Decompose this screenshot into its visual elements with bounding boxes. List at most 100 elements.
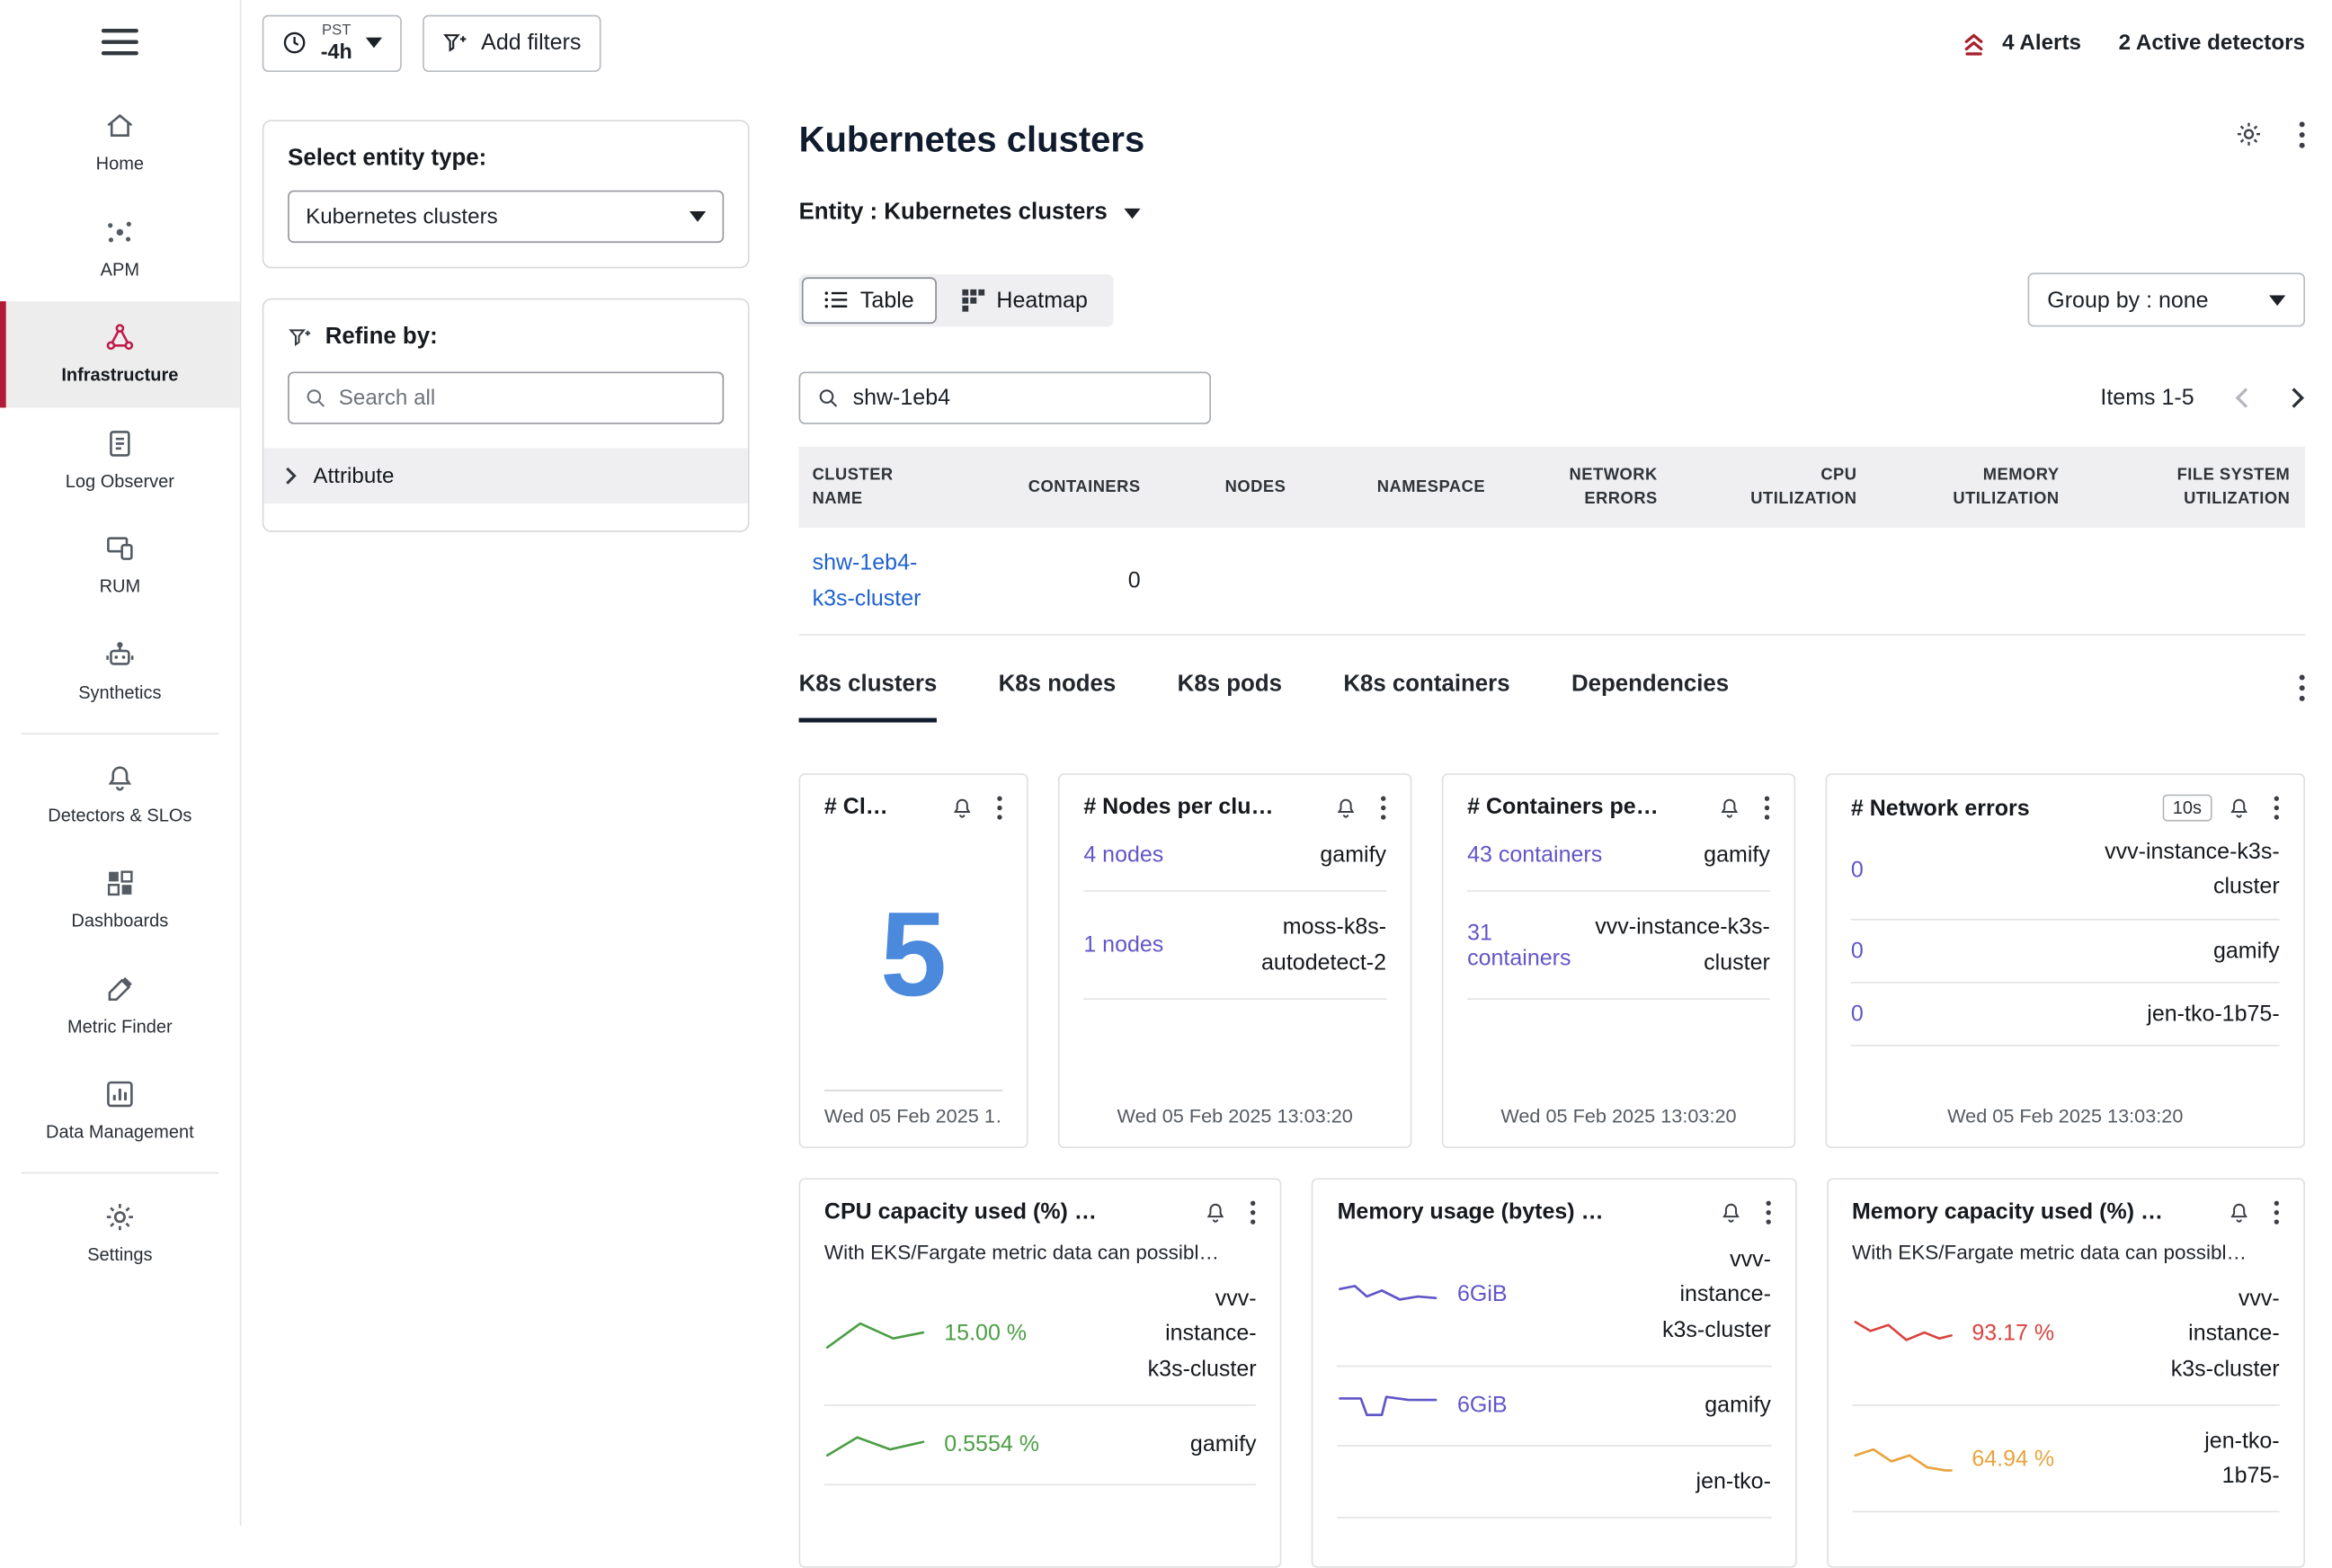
clock-icon — [281, 30, 307, 55]
column-header-nodes[interactable]: NODES — [1155, 475, 1301, 500]
sidebar-item-settings[interactable]: Settings — [0, 1181, 240, 1287]
metric-label: vvv-instance-k3s-cluster — [1125, 1281, 1257, 1385]
sidebar-item-detectors-slos[interactable]: Detectors & SLOs — [0, 741, 240, 847]
metric-label: jen-tko-1b75- — [2148, 1423, 2280, 1493]
metric-row: 0.5554 % gamify — [824, 1405, 1257, 1484]
overflow-menu-icon[interactable] — [2299, 674, 2305, 701]
chevron-right-icon[interactable] — [2290, 387, 2305, 409]
cluster-name-link[interactable]: shw-1eb4-k3s-cluster — [813, 545, 950, 617]
tab-k8s-nodes[interactable]: K8s nodes — [999, 672, 1117, 723]
heatmap-view-toggle[interactable]: Heatmap — [939, 277, 1110, 324]
clusters-count-card: # Cl… 5 Wed 05 Feb 2025 1… — [799, 773, 1028, 1148]
k8s-tabs: K8s clusters K8s nodes K8s pods K8s cont… — [799, 672, 2305, 723]
entity-type-select[interactable]: Kubernetes clusters — [288, 191, 724, 243]
chevron-left-icon[interactable] — [2235, 387, 2250, 409]
overflow-menu-icon[interactable] — [2274, 1200, 2280, 1225]
sidebar-item-label: Data Management — [46, 1122, 194, 1145]
chevron-down-icon — [2269, 295, 2285, 306]
metric-value-link[interactable]: 1 nodes — [1083, 932, 1163, 958]
sidebar-item-home[interactable]: Home — [0, 90, 240, 196]
sidebar-item-synthetics[interactable]: Synthetics — [0, 619, 240, 725]
time-range-picker[interactable]: PST -4h — [263, 14, 402, 71]
bell-icon[interactable] — [2227, 796, 2251, 820]
bell-icon[interactable] — [1719, 1200, 1743, 1225]
attribute-label: Attribute — [313, 464, 394, 488]
metric-label: gamify — [1704, 1388, 1771, 1423]
refine-search-input[interactable] — [339, 386, 708, 410]
metric-value-link[interactable]: 43 containers — [1467, 842, 1602, 868]
metric-row: 6GiB vvv-instance-k3s-cluster — [1338, 1225, 1771, 1367]
sidebar-item-metric-finder[interactable]: Metric Finder — [0, 953, 240, 1059]
log-observer-icon — [103, 427, 137, 460]
overflow-menu-icon[interactable] — [1251, 1200, 1257, 1225]
network-errors-card: # Network errors 10s — [1826, 773, 2305, 1148]
metric-value: 64.94 % — [1972, 1446, 2054, 1471]
card-title: # Cl… — [824, 795, 935, 820]
bell-icon[interactable] — [1334, 795, 1358, 819]
gear-icon[interactable] — [2235, 120, 2264, 148]
nodes-per-cluster-card: # Nodes per clu… 4 nodes — [1058, 773, 1411, 1148]
metric-value-link[interactable]: 31 containers — [1467, 920, 1578, 971]
column-header-network-errors[interactable]: NETWORK ERRORS — [1500, 462, 1673, 512]
sidebar-item-label: RUM — [100, 576, 141, 600]
hamburger-menu-icon[interactable] — [101, 27, 139, 57]
add-filters-button[interactable]: Add filters — [423, 14, 601, 71]
column-header-memory-utilization[interactable]: MEMORY UTILIZATION — [1872, 462, 2074, 512]
active-detectors-count[interactable]: 2 Active detectors — [2119, 31, 2305, 55]
tab-k8s-clusters[interactable]: K8s clusters — [799, 672, 938, 723]
table-view-icon — [824, 290, 849, 310]
sparkline-purple — [1338, 1385, 1439, 1427]
metric-label: gamify — [1190, 1427, 1257, 1462]
group-by-dropdown[interactable]: Group by : none — [2028, 272, 2305, 326]
card-subtitle: With EKS/Fargate metric data can possibl… — [1852, 1241, 2280, 1263]
overflow-menu-icon[interactable] — [1764, 795, 1770, 819]
synthetics-icon — [103, 638, 137, 672]
column-header-namespace[interactable]: NAMESPACE — [1301, 475, 1500, 500]
column-header-cluster-name[interactable]: CLUSTER NAME — [799, 462, 961, 512]
overflow-menu-icon[interactable] — [1765, 1200, 1771, 1225]
sidebar-item-apm[interactable]: APM — [0, 196, 240, 302]
overflow-menu-icon[interactable] — [997, 795, 1003, 819]
sidebar-item-dashboards[interactable]: Dashboards — [0, 847, 240, 953]
clusters-count-value: 5 — [824, 820, 1002, 1090]
metric-value-link[interactable]: 0 — [1851, 1001, 1864, 1026]
card-title: # Nodes per clu… — [1083, 795, 1319, 820]
sidebar-item-data-management[interactable]: Data Management — [0, 1059, 240, 1165]
sparkline-orange — [1852, 1438, 1954, 1480]
alerts-count[interactable]: 4 Alerts — [2002, 31, 2081, 55]
bell-icon[interactable] — [950, 795, 975, 819]
metric-value: 93.17 % — [1972, 1321, 2054, 1346]
metric-row: 64.94 % jen-tko-1b75- — [1852, 1405, 2280, 1512]
add-filters-label: Add filters — [481, 30, 581, 55]
tab-k8s-containers[interactable]: K8s containers — [1343, 672, 1509, 723]
overflow-menu-icon[interactable] — [1380, 795, 1386, 819]
column-header-file-system-utilization[interactable]: FILE SYSTEM UTILIZATION — [2074, 462, 2305, 512]
column-header-cpu-utilization[interactable]: CPU UTILIZATION — [1672, 462, 1872, 512]
entity-selector[interactable]: Entity : Kubernetes clusters — [799, 200, 2305, 227]
sidebar-item-infrastructure[interactable]: Infrastructure — [0, 301, 240, 407]
overflow-menu-icon[interactable] — [2274, 796, 2280, 820]
overflow-menu-icon[interactable] — [2299, 120, 2305, 147]
bell-icon[interactable] — [2227, 1200, 2251, 1225]
sidebar-item-log-observer[interactable]: Log Observer — [0, 407, 240, 513]
cluster-search-input[interactable] — [853, 385, 1193, 410]
metric-value-link[interactable]: 4 nodes — [1083, 842, 1163, 868]
refine-by-card: Refine by: Attribute — [263, 298, 750, 532]
sidebar-item-rum[interactable]: RUM — [0, 513, 240, 619]
metric-row: jen-tko- — [1338, 1446, 1771, 1518]
table-view-toggle[interactable]: Table — [802, 277, 937, 324]
column-header-containers[interactable]: CONTAINERS — [961, 475, 1156, 500]
card-timestamp: Wed 05 Feb 2025 13:03:20 — [1467, 1090, 1770, 1127]
tab-k8s-pods[interactable]: K8s pods — [1178, 672, 1282, 723]
metric-value-link[interactable]: 0 — [1851, 938, 1864, 963]
home-icon — [103, 110, 137, 143]
sidebar-item-label: Settings — [87, 1244, 152, 1268]
metric-value-link[interactable]: 0 — [1851, 857, 1864, 882]
tab-dependencies[interactable]: Dependencies — [1571, 672, 1729, 723]
metric-value: 15.00 % — [944, 1321, 1027, 1346]
attribute-expander[interactable]: Attribute — [263, 448, 747, 503]
bell-icon[interactable] — [1717, 795, 1741, 819]
items-range-label: Items 1-5 — [2100, 385, 2194, 410]
bell-icon[interactable] — [1204, 1200, 1228, 1225]
metric-row: 93.17 % vvv-instance-k3s-cluster — [1852, 1263, 2280, 1405]
